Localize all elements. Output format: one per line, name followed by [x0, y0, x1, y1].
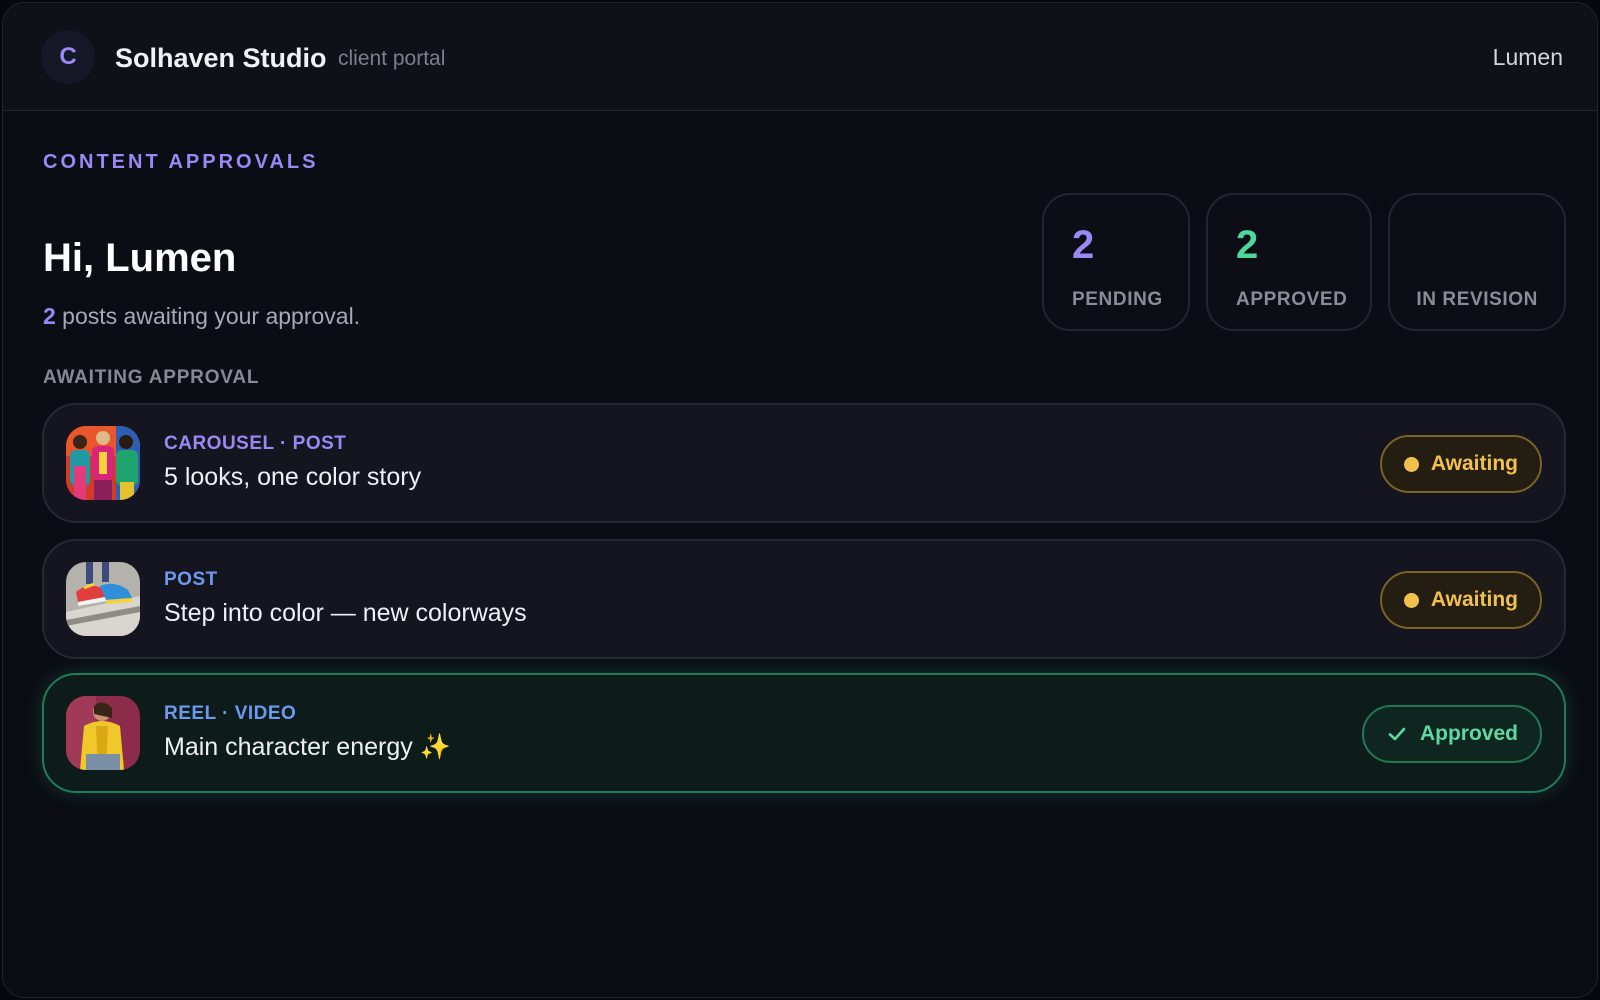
app-window: C Solhaven Studio client portal Lumen CO…	[2, 2, 1598, 998]
sneakers-photo-icon	[66, 562, 140, 636]
checkmark-icon	[1386, 723, 1408, 745]
pending-summary-count: 2	[43, 303, 56, 329]
portal-label: client portal	[338, 47, 446, 70]
stat-in-revision[interactable]: IN REVISION	[1388, 193, 1566, 331]
status-dot-icon	[1403, 456, 1419, 472]
studio-name: Solhaven Studio	[115, 43, 327, 73]
top-bar: C Solhaven Studio client portal Lumen	[3, 3, 1597, 111]
stat-approved-value: 2	[1236, 223, 1259, 267]
stat-in-revision-label: IN REVISION	[1416, 289, 1538, 310]
status-badge[interactable]: Approved	[1361, 705, 1542, 763]
yellow-jacket-photo-icon	[66, 696, 140, 770]
stat-pending[interactable]: 2 PENDING	[1042, 193, 1190, 331]
post-title: Main character energy ✨	[164, 733, 451, 761]
page-eyebrow: CONTENT APPROVALS	[43, 151, 319, 173]
fashion-group-photo-icon	[66, 426, 140, 500]
status-label: Awaiting	[1430, 452, 1518, 475]
post-type: CAROUSEL · POST	[164, 433, 347, 454]
post-card[interactable]: POST Step into color — new colorways Awa…	[42, 539, 1566, 659]
stat-pending-value: 2	[1072, 223, 1095, 267]
post-type: REEL · VIDEO	[164, 703, 297, 724]
post-type: POST	[164, 569, 218, 590]
pending-summary-text: posts awaiting your approval.	[55, 303, 361, 329]
status-label: Awaiting	[1430, 588, 1518, 611]
post-title: Step into color — new colorways	[164, 599, 527, 627]
stat-pending-label: PENDING	[1072, 289, 1163, 310]
stat-approved-label: APPROVED	[1236, 289, 1348, 310]
post-card[interactable]: CAROUSEL · POST 5 looks, one color story…	[42, 403, 1566, 523]
user-menu[interactable]: Lumen	[1493, 44, 1563, 71]
post-card[interactable]: REEL · VIDEO Main character energy ✨ App…	[42, 673, 1566, 793]
section-label-awaiting: AWAITING APPROVAL	[43, 367, 260, 388]
page-title: Hi, Lumen	[43, 236, 237, 280]
studio-avatar[interactable]: C	[41, 30, 95, 84]
status-badge[interactable]: Awaiting	[1379, 435, 1542, 493]
status-label: Approved	[1419, 722, 1518, 745]
status-dot-icon	[1403, 592, 1419, 608]
status-badge[interactable]: Awaiting	[1379, 571, 1542, 629]
stat-approved[interactable]: 2 APPROVED	[1206, 193, 1372, 331]
pending-summary: 2 posts awaiting your approval.	[43, 303, 360, 330]
post-title: 5 looks, one color story	[164, 463, 422, 491]
